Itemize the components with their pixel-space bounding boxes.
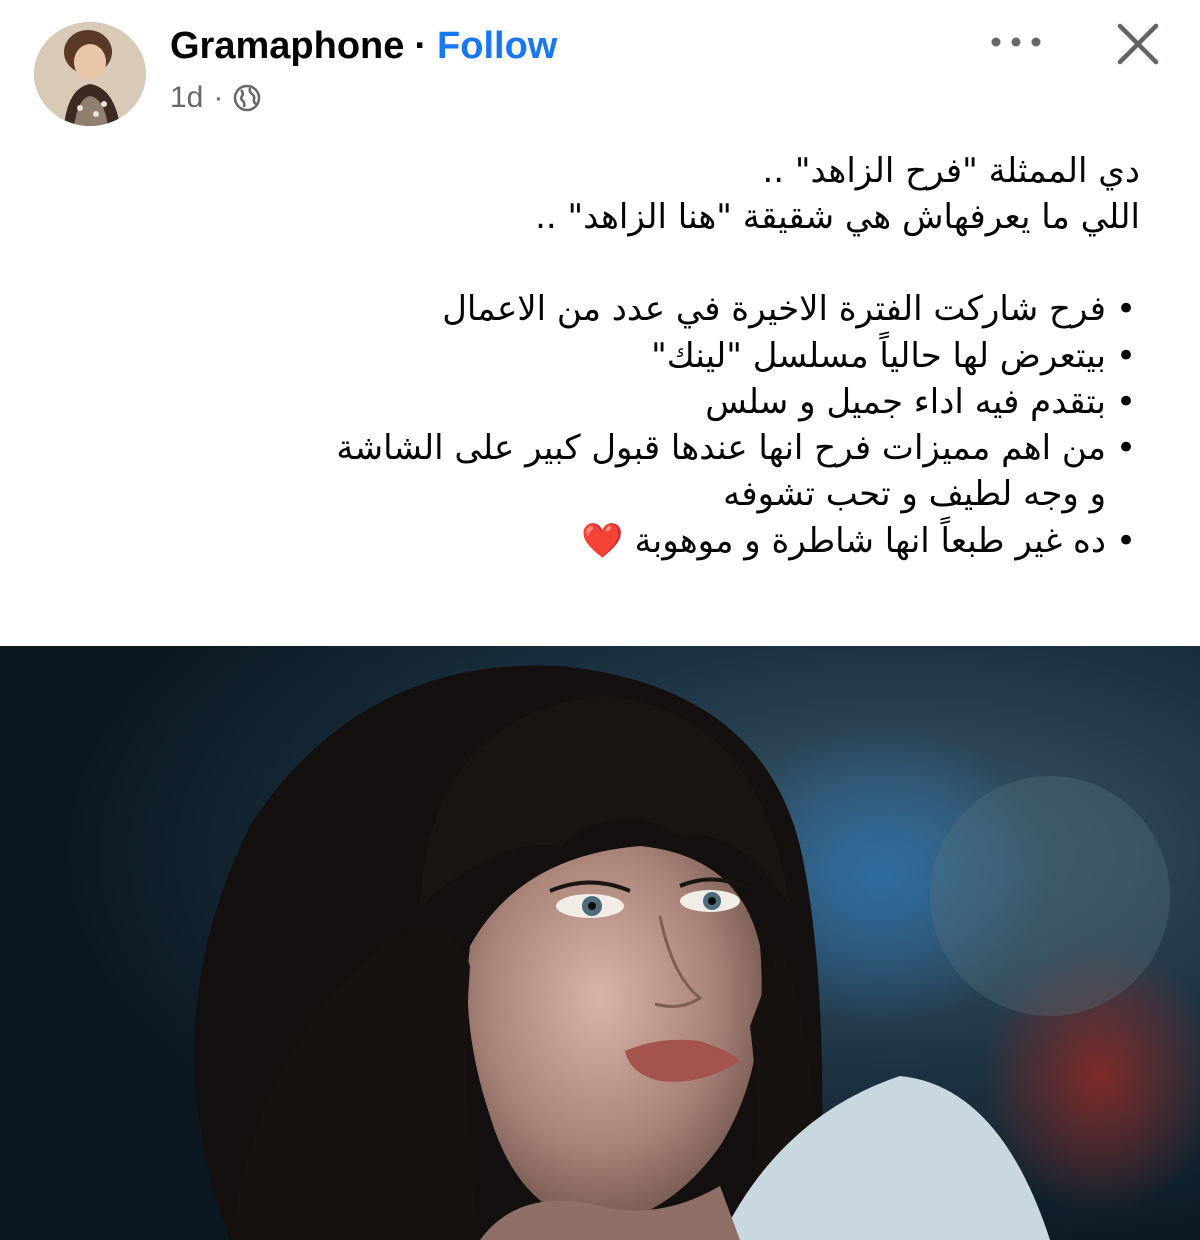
follow-button[interactable]: Follow xyxy=(437,25,557,68)
bullet-item: من اهم مميزات فرح انها عندها قبول كبير ع… xyxy=(140,425,1136,517)
bullet-list: فرح شاركت الفترة الاخيرة في عدد من الاعم… xyxy=(140,286,1140,564)
author-avatar[interactable] xyxy=(34,22,146,126)
post-photo[interactable] xyxy=(0,646,1200,1240)
intro-line-2: اللي ما يعرفهاش هي شقيقة "هنا الزاهد" .. xyxy=(535,197,1140,238)
bullet-item: فرح شاركت الفترة الاخيرة في عدد من الاعم… xyxy=(140,286,1136,332)
close-button[interactable] xyxy=(1110,16,1166,72)
post-body-text: دي الممثلة "فرح الزاهد" .. اللي ما يعرفه… xyxy=(140,148,1140,564)
post-header: Gramaphone · Follow 1d · xyxy=(0,0,1200,140)
meta-separator: · xyxy=(213,81,224,114)
bullet-item: بتقدم فيه اداء جميل و سلس xyxy=(140,379,1136,425)
more-options-button[interactable] xyxy=(986,22,1046,62)
bullet-item: بيتعرض لها حالياً مسلسل "لينك" xyxy=(140,333,1136,379)
post-meta: 1d · xyxy=(170,78,261,118)
close-icon xyxy=(1117,23,1159,65)
name-separator: · xyxy=(414,24,428,67)
globe-icon xyxy=(233,84,261,112)
author-line: Gramaphone · Follow xyxy=(170,22,557,70)
intro-line-1: دي الممثلة "فرح الزاهد" .. xyxy=(762,151,1141,191)
bullet-item: ده غير طبعاً انها شاطرة و موهوبة ❤️ xyxy=(140,518,1136,564)
more-options-icon xyxy=(991,37,1041,47)
author-name[interactable]: Gramaphone xyxy=(170,25,404,68)
post-timestamp[interactable]: 1d xyxy=(170,81,203,115)
